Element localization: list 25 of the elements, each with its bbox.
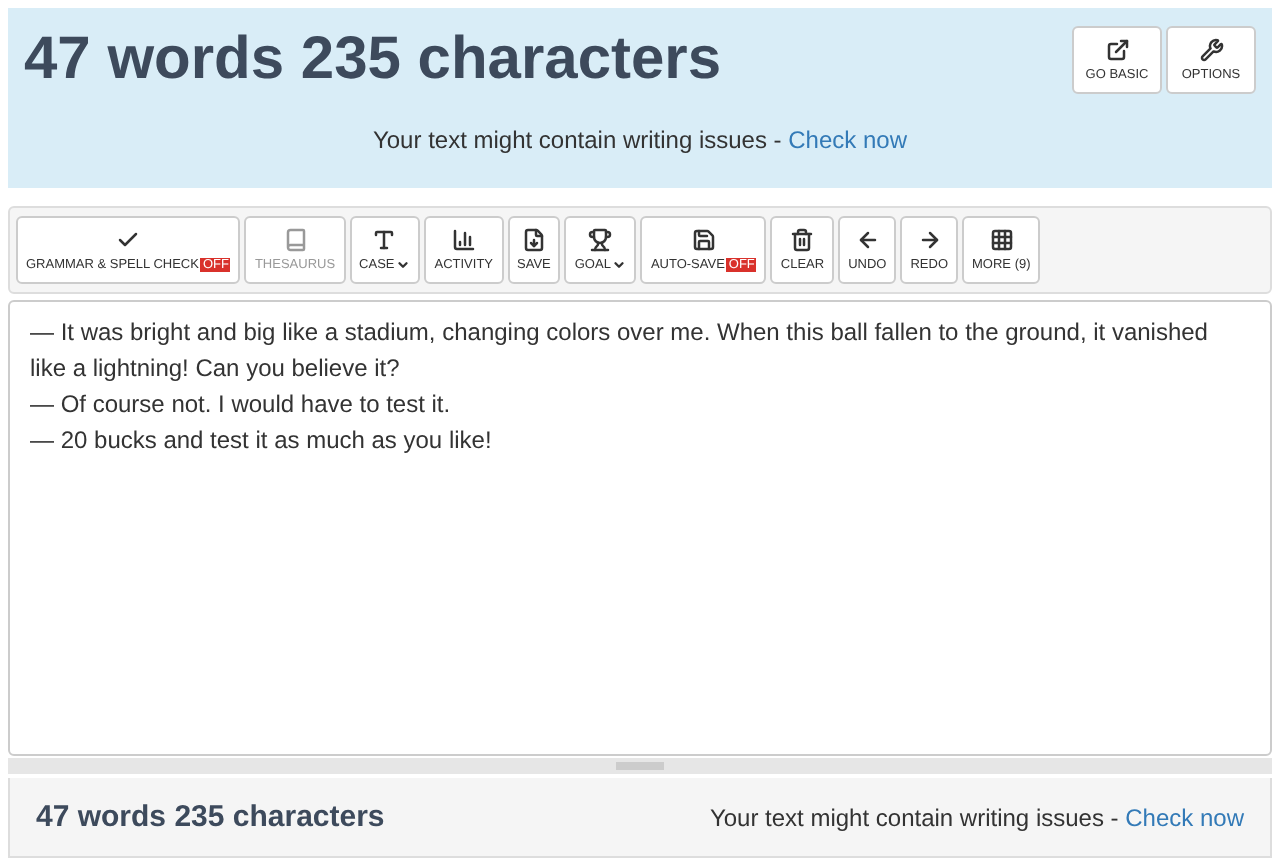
trophy-icon bbox=[588, 228, 613, 252]
resize-handle[interactable] bbox=[8, 758, 1272, 774]
text-line: — 20 bucks and test it as much as you like! bbox=[30, 424, 494, 458]
grid-icon bbox=[989, 228, 1014, 252]
document-icon bbox=[521, 228, 546, 252]
text-editor[interactable] bbox=[8, 300, 1272, 756]
caret-icon bbox=[612, 258, 627, 272]
text-line: — Of course not. I would have to test it. bbox=[30, 388, 453, 422]
left-arrow-icon bbox=[855, 228, 880, 252]
check-now-link[interactable]: Check now bbox=[1125, 803, 1244, 831]
external-link-icon bbox=[1105, 38, 1129, 62]
word-count: 47 words 235 characters bbox=[36, 800, 385, 834]
text-size-icon bbox=[372, 228, 397, 252]
check-icon bbox=[116, 228, 141, 252]
text-line: — It was bright and big like a stadium, changing colors over me. When this ball fallen to the ground, it vanished like a lightning! Can you believe it? bbox=[30, 316, 1210, 386]
word-count-heading: 47 words 235 characters bbox=[24, 26, 722, 94]
book-icon bbox=[283, 228, 307, 252]
writing-issues-notice: Your text might contain writing issues - Check now bbox=[709, 803, 1244, 831]
writing-issues-notice: Your text might contain writing issues - Check now bbox=[370, 126, 910, 154]
bar-chart-icon bbox=[451, 228, 476, 252]
right-arrow-icon bbox=[917, 228, 942, 252]
wrench-icon bbox=[1199, 38, 1223, 62]
trash-icon bbox=[790, 228, 815, 252]
check-now-link[interactable]: Check now bbox=[788, 126, 908, 154]
caret-icon bbox=[396, 258, 411, 272]
